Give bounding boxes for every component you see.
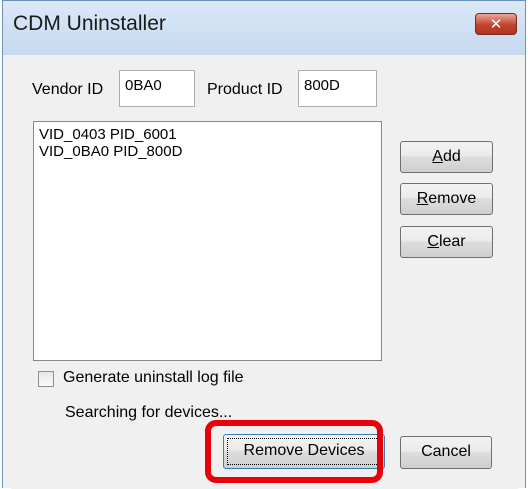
window-title: CDM Uninstaller	[13, 12, 166, 35]
vendor-id-label: Vendor ID	[32, 81, 104, 98]
cdm-uninstaller-window: CDM Uninstaller ✕ Vendor ID 0BA0 Product…	[2, 0, 526, 489]
add-button[interactable]: Add	[400, 141, 493, 173]
cancel-button[interactable]: Cancel	[400, 436, 492, 469]
remove-button[interactable]: Remove	[400, 183, 493, 215]
highlight-annotation	[205, 420, 383, 483]
log-file-checkbox-label[interactable]: Generate uninstall log file	[63, 369, 244, 387]
remove-button-label: emove	[428, 190, 477, 207]
remove-button-accelerator: R	[416, 190, 429, 207]
clear-button-label: lear	[438, 233, 466, 250]
close-icon[interactable]: ✕	[475, 13, 517, 35]
status-text: Searching for devices...	[65, 404, 233, 421]
product-id-input[interactable]: 800D	[298, 70, 377, 107]
add-button-label: dd	[442, 148, 461, 165]
clear-button[interactable]: Clear	[400, 226, 493, 258]
vendor-id-input[interactable]: 0BA0	[119, 70, 195, 107]
log-file-checkbox[interactable]	[38, 371, 54, 387]
clear-button-accelerator: C	[427, 233, 439, 250]
device-listbox[interactable]: VID_0403 PID_6001 VID_0BA0 PID_800D	[33, 121, 382, 361]
product-id-label: Product ID	[207, 81, 283, 98]
add-button-accelerator: A	[432, 148, 443, 165]
title-bar[interactable]: CDM Uninstaller ✕	[3, 1, 525, 55]
list-item[interactable]: VID_0BA0 PID_800D	[39, 143, 376, 160]
list-item[interactable]: VID_0403 PID_6001	[39, 126, 376, 143]
